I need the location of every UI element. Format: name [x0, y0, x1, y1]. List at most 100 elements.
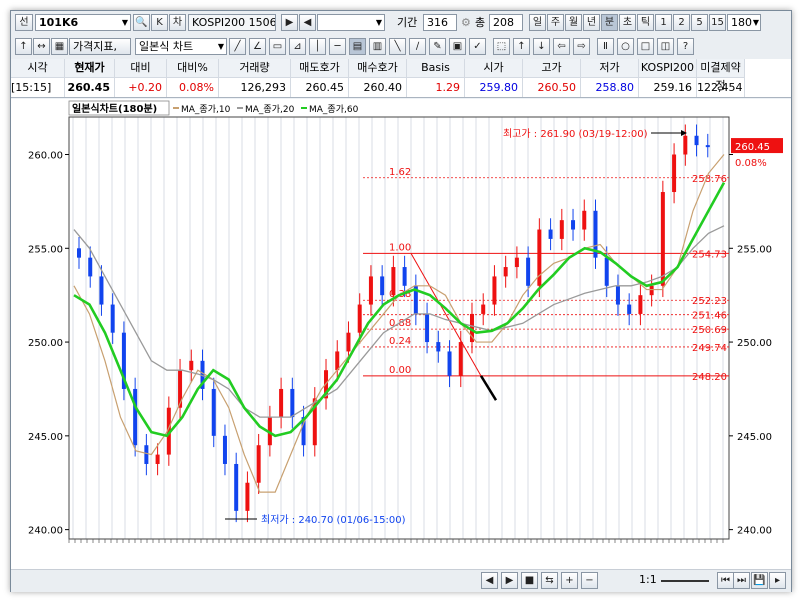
period-button-8[interactable]: 2: [673, 14, 690, 31]
save-icon[interactable]: 💾: [751, 572, 768, 589]
fib-price-label: 258.76: [692, 174, 727, 185]
period-button-7[interactable]: 1: [655, 14, 672, 31]
period-button-9[interactable]: 5: [691, 14, 708, 31]
first-page-icon[interactable]: ⏮: [717, 572, 734, 589]
square-tool-icon[interactable]: □: [637, 38, 654, 55]
prev-icon[interactable]: ◀: [299, 14, 316, 31]
play-icon[interactable]: ▶: [281, 14, 298, 31]
candle-body: [155, 454, 160, 464]
candle-body: [425, 313, 430, 343]
parallel-tool-icon[interactable]: Ⅱ: [597, 38, 614, 55]
quote-col-11: KOSPI200 259.16: [639, 59, 697, 97]
candlestick-chart[interactable]: 1.62258.761.00254.730.38252.23251.460.88…: [11, 99, 791, 569]
pencil-icon[interactable]: ✎: [429, 38, 446, 55]
zoom-in-icon[interactable]: +: [561, 572, 578, 589]
candle-body: [559, 220, 564, 239]
period-button-5[interactable]: 초: [619, 14, 636, 31]
zoom-slider[interactable]: [661, 580, 709, 582]
next-icon[interactable]: ▶: [501, 572, 518, 589]
legend-label: MA_종가,20: [245, 104, 295, 115]
candle-body: [402, 267, 407, 286]
trendline-icon[interactable]: ╱: [229, 38, 246, 55]
grid-tool-icon[interactable]: ▤: [349, 38, 366, 55]
count-label: 총: [475, 16, 486, 29]
period-button-0[interactable]: 일: [529, 14, 546, 31]
count-input[interactable]: 208: [489, 14, 523, 31]
quote-col-9: 고가 260.50: [523, 59, 581, 97]
code-input[interactable]: 101K6 ▼: [35, 14, 131, 31]
code-type-button[interactable]: 선: [15, 14, 33, 31]
rectangle-icon[interactable]: ▭: [269, 38, 286, 55]
chart-button[interactable]: 차: [169, 14, 186, 31]
chevron-down-icon: ▼: [217, 42, 224, 51]
last-page-icon[interactable]: ⏭: [733, 572, 750, 589]
candle-body: [380, 276, 385, 296]
candle-body: [256, 445, 261, 483]
quote-col-8: 시가 259.80: [465, 59, 523, 97]
candle-body: [189, 360, 194, 371]
menu-icon[interactable]: ▸: [769, 572, 786, 589]
period-button-10[interactable]: 15: [709, 14, 726, 31]
circle-tool-icon[interactable]: ○: [617, 38, 634, 55]
prev-icon[interactable]: ◀: [481, 572, 498, 589]
quote-col-0: 시각 [15:15]: [11, 59, 65, 97]
indicator-button[interactable]: 가격지표,: [69, 38, 131, 55]
box-tool-icon[interactable]: ⬚: [493, 38, 510, 55]
chart-type-value: 일본식 차트: [139, 40, 194, 53]
swap-icon[interactable]: ⇆: [541, 572, 558, 589]
quote-col-label: Basis: [407, 59, 464, 78]
interval-select[interactable]: 180 ▼: [727, 14, 761, 31]
arrow-up-icon[interactable]: ↑: [513, 38, 530, 55]
tile-icon[interactable]: ▦: [51, 38, 68, 55]
chart-window: 선 101K6 ▼ 🔍 K 차 KOSPI200 1506 ▶ ◀ ▼ 기간 31…: [10, 10, 792, 592]
up-arrow-icon[interactable]: ↑: [15, 38, 32, 55]
help-icon[interactable]: ?: [677, 38, 694, 55]
period-button-1[interactable]: 주: [547, 14, 564, 31]
quote-col-value: +0.20: [128, 81, 162, 94]
period-button-4[interactable]: 분: [601, 14, 618, 31]
search-icon[interactable]: 🔍: [133, 14, 150, 31]
chart-area[interactable]: 1.62 258.76 1.00 254.73 0.38 252.23 251.46 0.88…: [11, 99, 791, 569]
zoom-out-icon[interactable]: −: [581, 572, 598, 589]
fill-tool-icon[interactable]: ▣: [449, 38, 466, 55]
chart-title: 일본식차트(180분): [72, 102, 157, 115]
angle-line-icon[interactable]: ∠: [249, 38, 266, 55]
date-select[interactable]: ▼: [317, 14, 385, 31]
quote-col-5: 매도호가 260.45: [291, 59, 349, 97]
quote-header: 시각 [15:15] 현재가 260.45 대비 +0.20 대비% 0.08% 거래량 126,…: [11, 59, 791, 98]
chart-type-select[interactable]: 일본식 차트 ▼: [135, 38, 227, 55]
current-change-label: 0.08%: [735, 158, 767, 169]
quote-col-value: 0.08%: [179, 81, 214, 94]
left-axis-label: 240.00: [28, 526, 63, 537]
k-button[interactable]: K: [151, 14, 168, 31]
settings-icon[interactable]: ⚙: [461, 14, 471, 31]
quote-col-value: 258.80: [595, 81, 635, 94]
triangle-icon[interactable]: ⊿: [289, 38, 306, 55]
period-button-3[interactable]: 년: [583, 14, 600, 31]
layout-tool-icon[interactable]: ◫: [657, 38, 674, 55]
arrow-left-icon[interactable]: ⇦: [553, 38, 570, 55]
arrow-right-icon[interactable]: ⇨: [573, 38, 590, 55]
candle-body: [88, 257, 93, 277]
candle-body: [222, 435, 227, 464]
quote-col-label: 현재가: [65, 59, 114, 78]
period-button-6[interactable]: 틱: [637, 14, 654, 31]
vertical-line-icon[interactable]: │: [309, 38, 326, 55]
period-button-2[interactable]: 월: [565, 14, 582, 31]
toolbar-main: 선 101K6 ▼ 🔍 K 차 KOSPI200 1506 ▶ ◀ ▼ 기간 31…: [11, 11, 791, 36]
arrow-down-icon[interactable]: ↓: [533, 38, 550, 55]
bar-tool-icon[interactable]: ▥: [369, 38, 386, 55]
legend-label: MA_종가,60: [309, 104, 359, 115]
quote-col-label: 저가: [581, 59, 638, 78]
high-annotation: 최고가 : 261.90 (03/19-12:00): [503, 128, 648, 140]
slope-tool-icon[interactable]: ∕: [409, 38, 426, 55]
quote-col-4: 거래량 126,293: [219, 59, 291, 97]
check-tool-icon[interactable]: ✓: [469, 38, 486, 55]
horizontal-line-icon[interactable]: ─: [329, 38, 346, 55]
expand-icon[interactable]: ↔: [33, 38, 50, 55]
quote-col-label: 매도호가: [291, 59, 348, 78]
candle-body: [492, 276, 497, 305]
stop-icon[interactable]: ■: [521, 572, 538, 589]
period-input[interactable]: 316: [423, 14, 457, 31]
diagonal-line-icon[interactable]: ╲: [389, 38, 406, 55]
